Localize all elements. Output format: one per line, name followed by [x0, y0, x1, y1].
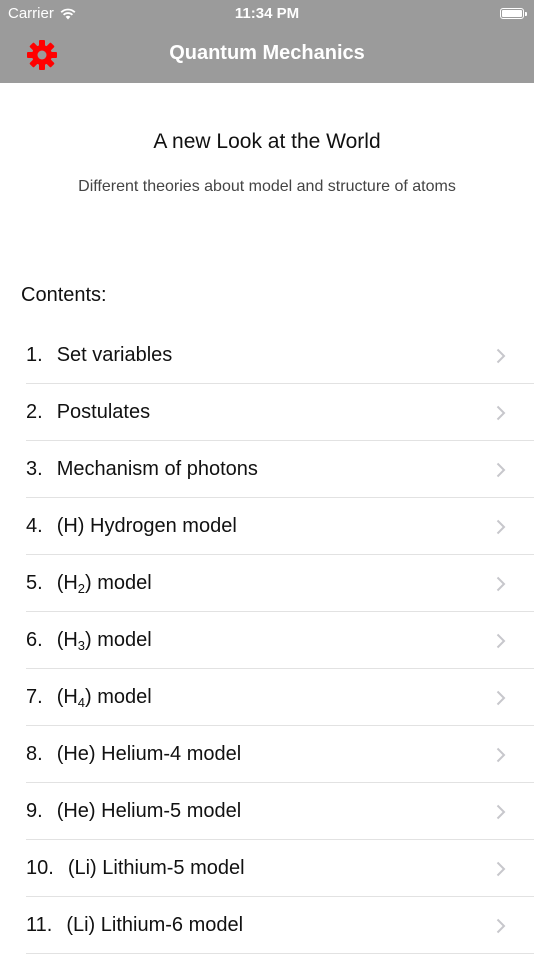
item-number: 8. — [26, 743, 43, 765]
item-text: Postulates — [56, 401, 151, 423]
chevron-right-icon — [496, 348, 506, 364]
item-text: (Li) Lithium-6 model — [66, 914, 244, 936]
item-text-suffix: ) model — [85, 572, 152, 594]
item-text: (H — [56, 572, 78, 594]
list-item-label: 11. (Li) Lithium-6 model — [26, 914, 243, 937]
item-text: Mechanism of photons — [56, 458, 258, 480]
list-item-label: 6. (H3) model — [26, 629, 152, 652]
item-number: 3. — [26, 458, 43, 480]
item-text-suffix: ) model — [85, 686, 152, 708]
list-item[interactable]: 4. (H) Hydrogen model — [26, 498, 534, 555]
item-text-suffix: ) model — [85, 629, 152, 651]
item-subscript: 4 — [77, 695, 86, 710]
item-number: 7. — [26, 686, 43, 708]
item-number: 5. — [26, 572, 43, 594]
status-time: 11:34 PM — [234, 5, 300, 22]
list-item-label: 1. Set variables — [26, 344, 172, 367]
list-item[interactable]: 8. (He) Helium-4 model — [26, 726, 534, 783]
list-item-label: 3. Mechanism of photons — [26, 458, 258, 481]
list-item-label: 8. (He) Helium-4 model — [26, 743, 241, 766]
navigation-bar: Quantum Mechanics — [0, 28, 534, 83]
chevron-right-icon — [496, 405, 506, 421]
list-item[interactable]: 9. (He) Helium-5 model — [26, 783, 534, 840]
item-subscript: 3 — [77, 638, 86, 653]
item-number: 10. — [26, 857, 54, 879]
list-item[interactable]: 2. Postulates — [26, 384, 534, 441]
chevron-right-icon — [496, 861, 506, 877]
chevron-right-icon — [496, 804, 506, 820]
chevron-right-icon — [496, 918, 506, 934]
list-item[interactable]: 7. (H4) model — [26, 669, 534, 726]
item-text: Set variables — [56, 344, 173, 366]
list-item[interactable]: 10. (Li) Lithium-5 model — [26, 840, 534, 897]
list-item-label: 2. Postulates — [26, 401, 150, 424]
item-text: (H — [56, 629, 78, 651]
intro-header: A new Look at the World Different theori… — [0, 83, 534, 273]
list-item[interactable]: 3. Mechanism of photons — [26, 441, 534, 498]
item-number: 11. — [26, 914, 53, 936]
item-number: 9. — [26, 800, 43, 822]
list-item[interactable]: 1. Set variables — [26, 327, 534, 384]
item-text: (He) Helium-5 model — [56, 800, 242, 822]
status-bar: Carrier 11:34 PM — [0, 0, 534, 28]
chevron-right-icon — [496, 690, 506, 706]
item-subscript: 2 — [77, 581, 86, 596]
page-title: Quantum Mechanics — [169, 42, 365, 64]
list-item[interactable]: 11. (Li) Lithium-6 model — [26, 897, 534, 954]
battery-icon — [500, 8, 527, 19]
list-item-label: 5. (H2) model — [26, 572, 152, 595]
headline: A new Look at the World — [153, 130, 381, 153]
list-item[interactable]: 5. (H2) model — [26, 555, 534, 612]
item-text: (He) Helium-4 model — [56, 743, 242, 765]
list-item-label: 7. (H4) model — [26, 686, 152, 709]
chevron-right-icon — [496, 462, 506, 478]
item-number: 4. — [26, 515, 43, 537]
chevron-right-icon — [496, 519, 506, 535]
chevron-right-icon — [496, 576, 506, 592]
list-item-label: 10. (Li) Lithium-5 model — [26, 857, 245, 880]
list-item-label: 4. (H) Hydrogen model — [26, 515, 237, 538]
chevron-right-icon — [496, 633, 506, 649]
contents-list: 1. Set variables 2. Postulates 3. Mechanism o… — [0, 327, 534, 954]
subtitle: Different theories about model and struc… — [78, 178, 456, 195]
contents-heading: Contents: — [21, 284, 107, 306]
item-text: (H — [56, 686, 78, 708]
item-number: 2. — [26, 401, 43, 423]
item-number: 6. — [26, 629, 43, 651]
chevron-right-icon — [496, 747, 506, 763]
item-number: 1. — [26, 344, 43, 366]
list-item-label: 9. (He) Helium-5 model — [26, 800, 241, 823]
item-text: (H) Hydrogen model — [56, 515, 237, 537]
list-item[interactable]: 6. (H3) model — [26, 612, 534, 669]
item-text: (Li) Lithium-5 model — [67, 857, 245, 879]
